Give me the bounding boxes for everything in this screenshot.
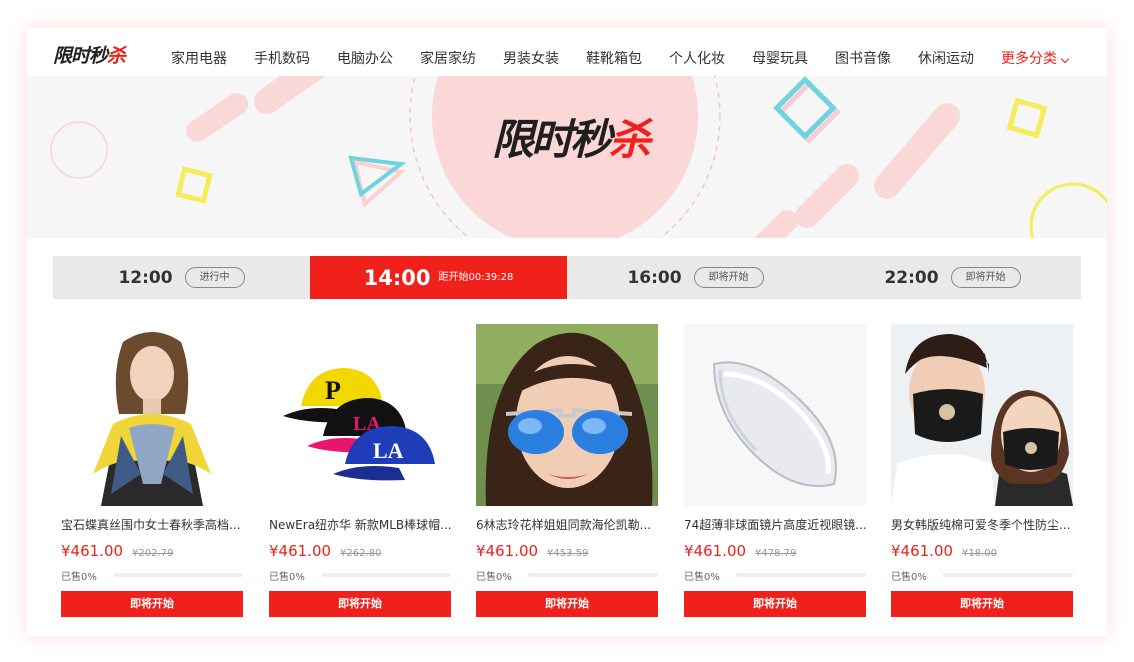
- product-image[interactable]: [891, 324, 1073, 506]
- banner-title: 限时秒杀: [491, 115, 651, 164]
- sold-progress: 已售0%: [476, 568, 658, 583]
- coming-soon-button[interactable]: 即将开始: [61, 591, 243, 617]
- original-price: ¥18.00: [962, 548, 998, 559]
- sold-progress-bar: [736, 573, 866, 577]
- nav-item-shoes-bags[interactable]: 鞋靴箱包: [586, 28, 642, 76]
- time-slot-tabs: 12:00 进行中 14:00 距开始00:39:28 16:00 即将开始 2…: [53, 256, 1081, 299]
- original-price: ¥478.79: [755, 548, 797, 559]
- flash-sale-logo[interactable]: 限时秒杀: [53, 41, 126, 68]
- slot-time: 14:00: [363, 265, 431, 290]
- product-list: 宝石蝶真丝围巾女士春秋季高档... ¥461.00 ¥202.79 已售0% 即…: [61, 324, 1074, 624]
- product-prices: ¥461.00 ¥453.59: [476, 542, 658, 562]
- nav-item-sports[interactable]: 休闲运动: [918, 28, 974, 76]
- sale-price: ¥461.00: [684, 542, 747, 560]
- nav-item-home[interactable]: 家居家纺: [420, 28, 476, 76]
- sold-progress: 已售0%: [269, 568, 451, 583]
- sold-progress: 已售0%: [61, 568, 243, 583]
- product-prices: ¥461.00 ¥478.79: [684, 542, 866, 562]
- flash-sale-card: 限时秒杀 家用电器 手机数码 电脑办公 家居家纺 男装女装 鞋靴箱包 个人化妆 …: [27, 28, 1107, 636]
- original-price: ¥202.79: [132, 548, 174, 559]
- sale-price: ¥461.00: [61, 542, 124, 560]
- product-prices: ¥461.00 ¥18.00: [891, 542, 1073, 562]
- nav-item-baby-toys[interactable]: 母婴玩具: [752, 28, 808, 76]
- product-title[interactable]: 74超薄非球面镜片高度近视眼镜...: [684, 517, 866, 533]
- sold-progress: 已售0%: [684, 568, 866, 583]
- nav-item-digital[interactable]: 手机数码: [254, 28, 310, 76]
- coming-soon-button[interactable]: 即将开始: [476, 591, 658, 617]
- product-card: 6林志玲花样姐姐同款海伦凯勒... ¥461.00 ¥453.59 已售0% 即…: [476, 324, 658, 617]
- product-card: 74超薄非球面镜片高度近视眼镜... ¥461.00 ¥478.79 已售0% …: [684, 324, 866, 617]
- slot-status: 进行中: [184, 267, 245, 288]
- product-card: 男女韩版纯棉可爱冬季个性防尘... ¥461.00 ¥18.00 已售0% 即将…: [891, 324, 1073, 617]
- sold-percent: 已售0%: [684, 571, 720, 583]
- product-prices: ¥461.00 ¥262.80: [269, 542, 451, 562]
- chevron-down-icon: [1060, 54, 1070, 64]
- sold-progress-bar: [528, 573, 658, 577]
- product-title[interactable]: 宝石蝶真丝围巾女士春秋季高档...: [61, 517, 243, 533]
- product-card: P LA LA NewEra纽亦华 新款MLB棒球帽... ¥461.00 ¥2…: [269, 324, 451, 617]
- coming-soon-button[interactable]: 即将开始: [269, 591, 451, 617]
- slot-time: 12:00: [118, 267, 173, 288]
- sold-progress-bar: [321, 573, 451, 577]
- product-title[interactable]: 6林志玲花样姐姐同款海伦凯勒...: [476, 517, 658, 533]
- sold-progress: 已售0%: [891, 568, 1073, 583]
- sale-price: ¥461.00: [891, 542, 954, 560]
- product-prices: ¥461.00 ¥202.79: [61, 542, 243, 562]
- product-image[interactable]: [684, 324, 866, 506]
- flash-sale-banner: 限时秒杀: [27, 76, 1107, 238]
- product-image[interactable]: P LA LA: [269, 324, 451, 506]
- time-slot-1200[interactable]: 12:00 进行中: [53, 256, 310, 299]
- time-slot-1600[interactable]: 16:00 即将开始: [567, 256, 824, 299]
- sold-progress-bar: [113, 573, 243, 577]
- nav-item-cosmetics[interactable]: 个人化妆: [669, 28, 725, 76]
- product-title[interactable]: NewEra纽亦华 新款MLB棒球帽...: [269, 517, 451, 533]
- top-nav: 限时秒杀 家用电器 手机数码 电脑办公 家居家纺 男装女装 鞋靴箱包 个人化妆 …: [27, 28, 1107, 76]
- svg-text:P: P: [325, 376, 341, 405]
- sold-percent: 已售0%: [476, 571, 512, 583]
- sale-price: ¥461.00: [269, 542, 332, 560]
- slot-status: 即将开始: [693, 267, 764, 288]
- slot-time: 16:00: [627, 267, 682, 288]
- sale-price: ¥461.00: [476, 542, 539, 560]
- sold-progress-bar: [943, 573, 1073, 577]
- sold-percent: 已售0%: [269, 571, 305, 583]
- slot-time: 22:00: [884, 267, 939, 288]
- slot-countdown: 距开始00:39:28: [438, 272, 514, 283]
- coming-soon-button[interactable]: 即将开始: [684, 591, 866, 617]
- category-nav: 家用电器 手机数码 电脑办公 家居家纺 男装女装 鞋靴箱包 个人化妆 母婴玩具 …: [171, 28, 1095, 76]
- sold-percent: 已售0%: [891, 571, 927, 583]
- nav-item-office[interactable]: 电脑办公: [337, 28, 393, 76]
- product-card: 宝石蝶真丝围巾女士春秋季高档... ¥461.00 ¥202.79 已售0% 即…: [61, 324, 243, 617]
- product-image[interactable]: [61, 324, 243, 506]
- original-price: ¥453.59: [547, 548, 589, 559]
- original-price: ¥262.80: [340, 548, 382, 559]
- slot-status: 即将开始: [950, 267, 1021, 288]
- coming-soon-button[interactable]: 即将开始: [891, 591, 1073, 617]
- svg-text:LA: LA: [373, 438, 404, 463]
- sold-percent: 已售0%: [61, 571, 97, 583]
- product-image[interactable]: [476, 324, 658, 506]
- nav-item-appliances[interactable]: 家用电器: [171, 28, 227, 76]
- time-slot-1400[interactable]: 14:00 距开始00:39:28: [310, 256, 567, 299]
- nav-item-clothing[interactable]: 男装女装: [503, 28, 559, 76]
- nav-item-books[interactable]: 图书音像: [835, 28, 891, 76]
- more-categories-button[interactable]: 更多分类: [1001, 28, 1070, 76]
- product-title[interactable]: 男女韩版纯棉可爱冬季个性防尘...: [891, 517, 1073, 533]
- time-slot-2200[interactable]: 22:00 即将开始: [824, 256, 1081, 299]
